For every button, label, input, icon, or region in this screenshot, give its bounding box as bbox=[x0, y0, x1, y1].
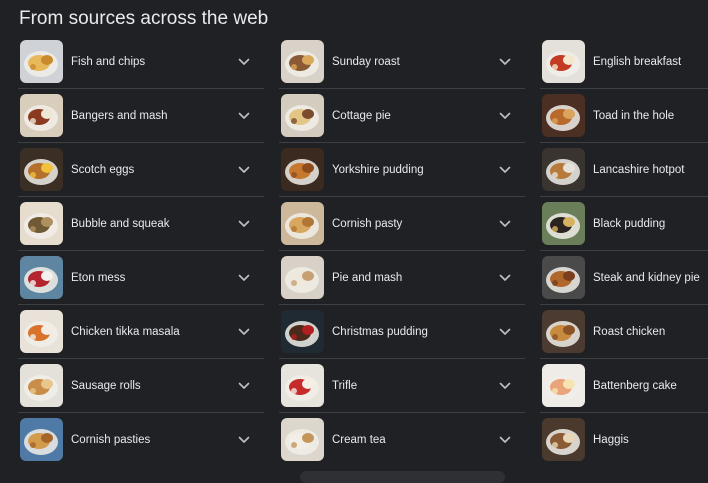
dish-label: Scotch eggs bbox=[71, 163, 135, 176]
yorkshire-pudding-photo bbox=[281, 148, 324, 191]
cornish-pasty-photo bbox=[281, 202, 324, 245]
dish-label: Roast chicken bbox=[593, 325, 666, 338]
chevron-down-icon[interactable] bbox=[238, 436, 250, 444]
battenberg-cake-photo bbox=[542, 364, 585, 407]
dish-label: Bubble and squeak bbox=[71, 217, 170, 230]
toad-in-the-hole-photo bbox=[542, 94, 585, 137]
dish-label: Cottage pie bbox=[332, 109, 391, 122]
chevron-down-icon[interactable] bbox=[499, 58, 511, 66]
chevron-down-icon[interactable] bbox=[238, 58, 250, 66]
dish-item[interactable]: Fish and chips bbox=[18, 35, 264, 89]
dish-label: Chicken tikka masala bbox=[71, 325, 180, 338]
dish-item[interactable]: Chicken tikka masala bbox=[18, 305, 264, 359]
black-pudding-photo bbox=[542, 202, 585, 245]
chevron-down-icon[interactable] bbox=[499, 166, 511, 174]
sausage-rolls-photo bbox=[20, 364, 63, 407]
dish-item[interactable]: Scotch eggs bbox=[18, 143, 264, 197]
chevron-down-icon[interactable] bbox=[499, 274, 511, 282]
dish-item[interactable]: Yorkshire pudding bbox=[279, 143, 525, 197]
cream-tea-photo bbox=[281, 418, 324, 461]
dish-label: Pie and mash bbox=[332, 271, 403, 284]
trifle-photo bbox=[281, 364, 324, 407]
chevron-down-icon[interactable] bbox=[499, 220, 511, 228]
dish-item[interactable]: Eton mess bbox=[18, 251, 264, 305]
dish-column: English breakfast Toad in the hole Lancash… bbox=[540, 35, 708, 466]
dish-label: Trifle bbox=[332, 379, 358, 392]
chevron-down-icon[interactable] bbox=[499, 382, 511, 390]
scotch-eggs-photo bbox=[20, 148, 63, 191]
dish-label: Cornish pasty bbox=[332, 217, 403, 230]
dish-column: Fish and chips Bangers and mash Scotch egg… bbox=[18, 35, 264, 466]
haggis-photo bbox=[542, 418, 585, 461]
roast-chicken-photo bbox=[542, 310, 585, 353]
dish-label: Toad in the hole bbox=[593, 109, 675, 122]
dish-label: Cornish pasties bbox=[71, 433, 151, 446]
dish-item[interactable]: Sausage rolls bbox=[18, 359, 264, 413]
pie-and-mash-photo bbox=[281, 256, 324, 299]
dish-item[interactable]: Cottage pie bbox=[279, 89, 525, 143]
sunday-roast-photo bbox=[281, 40, 324, 83]
chevron-down-icon[interactable] bbox=[499, 436, 511, 444]
dish-item[interactable]: Cream tea bbox=[279, 413, 525, 466]
lancashire-hotpot-photo bbox=[542, 148, 585, 191]
dish-item[interactable]: Pie and mash bbox=[279, 251, 525, 305]
dish-grid: Fish and chips Bangers and mash Scotch egg… bbox=[18, 35, 708, 466]
dish-item[interactable]: Sunday roast bbox=[279, 35, 525, 89]
dish-item[interactable]: Bubble and squeak bbox=[18, 197, 264, 251]
dish-item[interactable]: Roast chicken bbox=[540, 305, 708, 359]
dish-label: English breakfast bbox=[593, 55, 682, 68]
dish-item[interactable]: Christmas pudding bbox=[279, 305, 525, 359]
cottage-pie-photo bbox=[281, 94, 324, 137]
dish-item[interactable]: Toad in the hole bbox=[540, 89, 708, 143]
dish-label: Steak and kidney pie bbox=[593, 271, 700, 284]
bangers-and-mash-photo bbox=[20, 94, 63, 137]
dish-label: Black pudding bbox=[593, 217, 666, 230]
dish-item[interactable]: Black pudding bbox=[540, 197, 708, 251]
dish-label: Fish and chips bbox=[71, 55, 146, 68]
dish-item[interactable]: English breakfast bbox=[540, 35, 708, 89]
dish-label: Lancashire hotpot bbox=[593, 163, 685, 176]
fish-and-chips-photo bbox=[20, 40, 63, 83]
more-results-bar[interactable] bbox=[300, 471, 505, 483]
dish-item[interactable]: Trifle bbox=[279, 359, 525, 413]
dish-item[interactable]: Steak and kidney pie bbox=[540, 251, 708, 305]
dish-label: Haggis bbox=[593, 433, 629, 446]
bubble-and-squeak-photo bbox=[20, 202, 63, 245]
chevron-down-icon[interactable] bbox=[238, 328, 250, 336]
dish-label: Bangers and mash bbox=[71, 109, 168, 122]
christmas-pudding-photo bbox=[281, 310, 324, 353]
dish-item[interactable]: Lancashire hotpot bbox=[540, 143, 708, 197]
chevron-down-icon[interactable] bbox=[238, 112, 250, 120]
dish-item[interactable]: Cornish pasties bbox=[18, 413, 264, 466]
dish-label: Battenberg cake bbox=[593, 379, 677, 392]
dish-item[interactable]: Bangers and mash bbox=[18, 89, 264, 143]
chevron-down-icon[interactable] bbox=[238, 274, 250, 282]
chevron-down-icon[interactable] bbox=[238, 166, 250, 174]
cornish-pasties-photo bbox=[20, 418, 63, 461]
chevron-down-icon[interactable] bbox=[238, 220, 250, 228]
dish-label: Sausage rolls bbox=[71, 379, 141, 392]
dish-label: Cream tea bbox=[332, 433, 386, 446]
chevron-down-icon[interactable] bbox=[238, 382, 250, 390]
eton-mess-photo bbox=[20, 256, 63, 299]
dish-label: Christmas pudding bbox=[332, 325, 428, 338]
chevron-down-icon[interactable] bbox=[499, 112, 511, 120]
dish-item[interactable]: Battenberg cake bbox=[540, 359, 708, 413]
english-breakfast-photo bbox=[542, 40, 585, 83]
dish-label: Eton mess bbox=[71, 271, 126, 284]
chevron-down-icon[interactable] bbox=[499, 328, 511, 336]
steak-and-kidney-pie-photo bbox=[542, 256, 585, 299]
dish-item[interactable]: Haggis bbox=[540, 413, 708, 466]
dish-label: Yorkshire pudding bbox=[332, 163, 424, 176]
dish-label: Sunday roast bbox=[332, 55, 400, 68]
chicken-tikka-masala-photo bbox=[20, 310, 63, 353]
dish-item[interactable]: Cornish pasty bbox=[279, 197, 525, 251]
dish-column: Sunday roast Cottage pie Yorkshire pudding… bbox=[279, 35, 525, 466]
section-heading: From sources across the web bbox=[19, 8, 269, 29]
